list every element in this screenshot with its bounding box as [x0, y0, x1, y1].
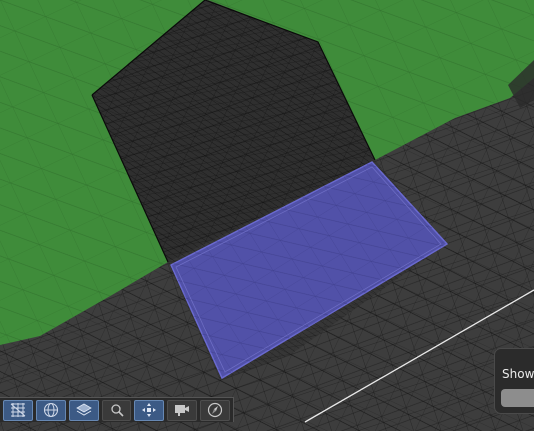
camera-icon: [173, 402, 191, 418]
wireframe-scene: [0, 0, 534, 431]
globe-icon: [42, 402, 60, 418]
show-panel: Show: [494, 348, 534, 414]
show-label: Show: [502, 367, 534, 381]
magnifier-icon: [108, 402, 126, 418]
globe-button[interactable]: [35, 399, 66, 421]
3d-viewport[interactable]: [0, 0, 534, 431]
viewport-toolbar: [0, 397, 234, 422]
move-arrows-icon: [140, 402, 158, 418]
layers-button[interactable]: [68, 399, 99, 421]
compass-button[interactable]: [200, 399, 231, 421]
zoom-button[interactable]: [101, 399, 132, 421]
wireframe-mesh-icon: [9, 402, 27, 418]
compass-icon: [206, 402, 224, 418]
show-toggle-button[interactable]: [501, 389, 534, 407]
wireframe-mesh-button[interactable]: [3, 399, 33, 421]
pan-button[interactable]: [134, 399, 165, 421]
camera-button[interactable]: [167, 399, 198, 421]
layers-icon: [75, 402, 93, 418]
